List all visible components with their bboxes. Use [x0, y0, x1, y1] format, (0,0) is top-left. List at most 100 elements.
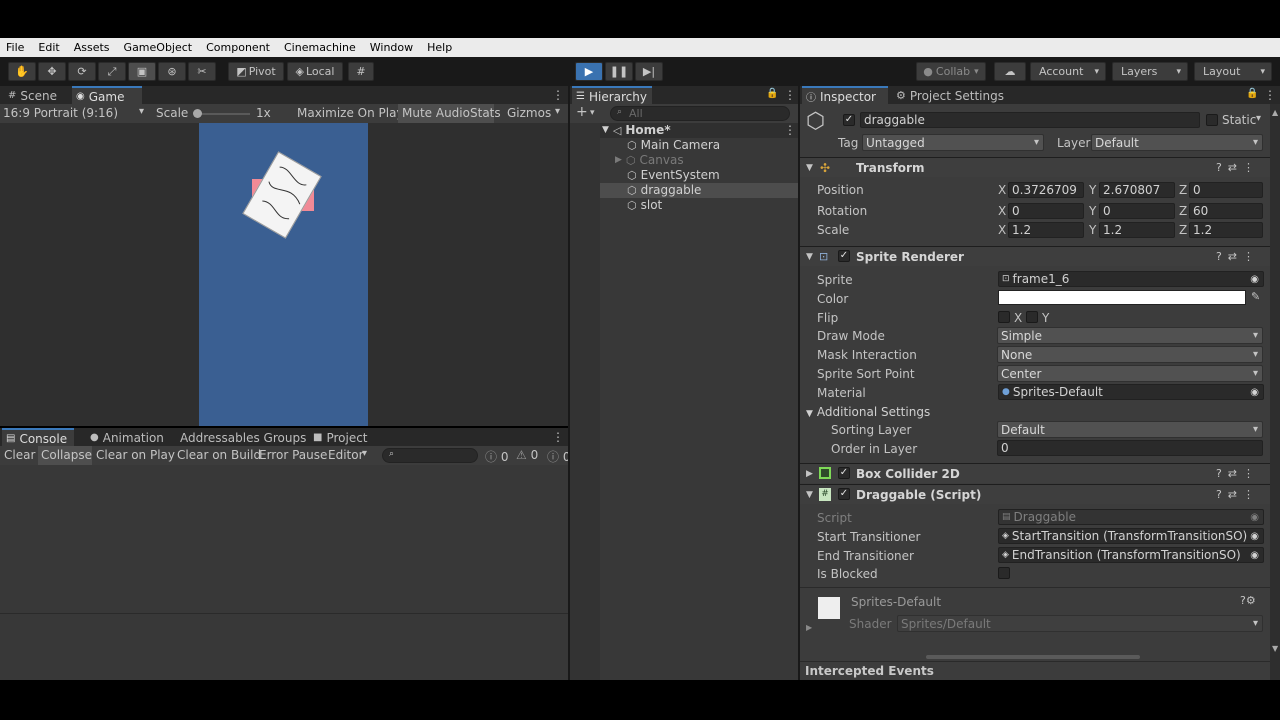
log-count[interactable]: ⓘ 0 — [485, 448, 508, 465]
layer-dropdown[interactable]: Default — [1091, 134, 1263, 151]
menu-file[interactable]: File — [6, 41, 24, 54]
step-button[interactable]: ▶| — [635, 62, 663, 81]
sprite-renderer-enabled-checkbox[interactable]: ✓ — [838, 250, 850, 262]
layout-dropdown[interactable]: Layout ▾ — [1194, 62, 1272, 81]
draggable-script-header[interactable]: ▼ # ✓ Draggable (Script) ?⇄⋮ — [800, 484, 1270, 504]
scale-tool-icon[interactable]: ⤢ — [98, 62, 126, 81]
lock-icon[interactable]: 🔒 — [766, 88, 778, 99]
rotate-tool-icon[interactable]: ⟳ — [68, 62, 96, 81]
object-picker-icon[interactable]: ◉ — [1250, 274, 1259, 285]
grid-snap-icon[interactable]: # — [348, 62, 374, 81]
stats-button[interactable]: Stats — [470, 106, 501, 120]
menu-edit[interactable]: Edit — [38, 41, 59, 54]
flip-y-checkbox[interactable] — [1026, 311, 1038, 323]
transform-header[interactable]: ▼ ✣ Transform ?⇄⋮ — [800, 157, 1270, 177]
object-picker-icon[interactable]: ◉ — [1250, 387, 1259, 398]
local-button[interactable]: ◈ Local — [287, 62, 343, 81]
clear-button[interactable]: Clear — [4, 448, 35, 462]
draggable-sprite[interactable] — [242, 151, 322, 239]
add-object-icon[interactable]: + — [576, 104, 588, 120]
tab-game[interactable]: ◉ Game — [72, 86, 142, 105]
hierarchy-menu-icon[interactable]: ⋮ — [784, 88, 796, 102]
game-viewport[interactable] — [0, 123, 568, 426]
flip-x-checkbox[interactable] — [998, 311, 1010, 323]
hierarchy-item-eventsystem[interactable]: ⬡ EventSystem — [627, 168, 720, 182]
inspector-menu-icon[interactable]: ⋮ — [1264, 88, 1276, 102]
clear-on-play-button[interactable]: Clear on Play — [96, 448, 175, 462]
maximize-on-play-button[interactable]: Maximize On Play — [297, 106, 404, 120]
scale-slider-track[interactable] — [194, 113, 250, 115]
rotation-z-field[interactable]: 60 — [1189, 203, 1263, 219]
object-name-field[interactable]: draggable — [860, 112, 1200, 128]
console-panel-menu-icon[interactable]: ⋮ — [552, 430, 564, 444]
inspector-scrollbar[interactable]: ▲ ▼ — [1270, 104, 1280, 680]
tab-hierarchy[interactable]: ☰ Hierarchy — [572, 86, 652, 105]
active-checkbox[interactable]: ✓ — [843, 114, 855, 126]
pivot-button[interactable]: ◩ Pivot — [228, 62, 284, 81]
box-collider-header[interactable]: ▶ ✓ Box Collider 2D ?⇄⋮ — [800, 463, 1270, 483]
hand-tool-icon[interactable]: ✋ — [8, 62, 36, 81]
material-foldout-icon[interactable]: ▶ — [806, 623, 812, 632]
hierarchy-item-main-camera[interactable]: ⬡ Main Camera — [627, 138, 720, 152]
gizmos-button[interactable]: Gizmos — [507, 106, 551, 120]
menu-gameobject[interactable]: GameObject — [124, 41, 193, 54]
resize-handle[interactable] — [926, 655, 1140, 659]
hierarchy-item-canvas[interactable]: ▶ ⬡ Canvas — [615, 153, 684, 167]
pause-button[interactable]: ❚❚ — [605, 62, 633, 81]
end-transitioner-field[interactable]: ◈ EndTransition (TransformTransitionSO) ◉ — [998, 547, 1264, 563]
mask-interaction-dropdown[interactable]: None — [997, 346, 1263, 363]
tab-console[interactable]: ▤ Console — [2, 428, 74, 447]
sprite-field[interactable]: ⊡ frame1_6 ◉ — [998, 271, 1264, 287]
intercepted-events-bar[interactable]: Intercepted Events — [800, 661, 1270, 680]
menu-window[interactable]: Window — [370, 41, 413, 54]
custom-tool-icon[interactable]: ✂ — [188, 62, 216, 81]
is-blocked-checkbox[interactable] — [998, 567, 1010, 579]
collapse-button[interactable]: Collapse — [41, 448, 92, 462]
editor-dropdown[interactable]: Editor — [328, 448, 364, 462]
sorting-layer-dropdown[interactable]: Default — [997, 421, 1263, 438]
object-picker-icon[interactable]: ◉ — [1250, 550, 1259, 561]
component-actions[interactable]: ?⇄⋮ — [1216, 488, 1260, 501]
error-count[interactable]: ⓘ 0 — [547, 448, 570, 465]
cloud-button[interactable]: ☁ — [994, 62, 1026, 81]
object-picker-icon[interactable]: ◉ — [1250, 531, 1259, 542]
component-actions[interactable]: ?⇄⋮ — [1216, 250, 1260, 263]
hierarchy-item-draggable[interactable]: ⬡ draggable — [627, 183, 701, 197]
tab-addressables[interactable]: Addressables Groups — [176, 428, 310, 447]
material-help-icon[interactable]: ?⚙ — [1240, 594, 1256, 607]
shader-dropdown[interactable]: Sprites/Default — [897, 615, 1263, 632]
menu-component[interactable]: Component — [206, 41, 270, 54]
scale-slider-handle[interactable] — [193, 109, 202, 118]
menu-help[interactable]: Help — [427, 41, 452, 54]
sprite-renderer-header[interactable]: ▼ ⊡ ✓ Sprite Renderer ?⇄⋮ — [800, 246, 1270, 266]
draggable-enabled-checkbox[interactable]: ✓ — [838, 488, 850, 500]
component-actions[interactable]: ?⇄⋮ — [1216, 467, 1260, 480]
console-log-area[interactable] — [0, 465, 568, 680]
transform-tool-icon[interactable]: ⊛ — [158, 62, 186, 81]
tag-dropdown[interactable]: Untagged — [862, 134, 1044, 151]
play-button[interactable]: ▶ — [575, 62, 603, 81]
scale-x-field[interactable]: 1.2 — [1008, 222, 1084, 238]
error-pause-button[interactable]: Error Pause — [259, 448, 327, 462]
tab-project[interactable]: ■ Project — [309, 428, 372, 447]
static-chevron-icon[interactable]: ▾ — [1256, 113, 1261, 124]
scale-z-field[interactable]: 1.2 — [1189, 222, 1263, 238]
sprite-sort-point-dropdown[interactable]: Center — [997, 365, 1263, 382]
start-transitioner-field[interactable]: ◈ StartTransition (TransformTransitionSO)… — [998, 528, 1264, 544]
box-collider-enabled-checkbox[interactable]: ✓ — [838, 467, 850, 479]
component-actions[interactable]: ?⇄⋮ — [1216, 161, 1260, 174]
tab-animation[interactable]: ● Animation — [86, 428, 168, 447]
eyedropper-icon[interactable]: ✎ — [1251, 290, 1260, 303]
additional-settings-foldout[interactable]: ▼ Additional Settings — [806, 405, 930, 419]
scroll-up-icon[interactable]: ▲ — [1272, 108, 1278, 117]
layers-dropdown[interactable]: Layers ▾ — [1112, 62, 1188, 81]
menu-assets[interactable]: Assets — [74, 41, 110, 54]
move-tool-icon[interactable]: ✥ — [38, 62, 66, 81]
collab-dropdown[interactable]: ● Collab ▾ — [916, 62, 986, 81]
lock-icon[interactable]: 🔒 — [1246, 88, 1258, 99]
console-search-input[interactable]: ⌕ — [382, 448, 478, 463]
hierarchy-item-slot[interactable]: ⬡ slot — [627, 198, 662, 212]
material-field[interactable]: ● Sprites-Default ◉ — [998, 384, 1264, 400]
position-x-field[interactable]: 0.3726709 — [1008, 182, 1084, 198]
order-in-layer-field[interactable]: 0 — [997, 440, 1263, 456]
